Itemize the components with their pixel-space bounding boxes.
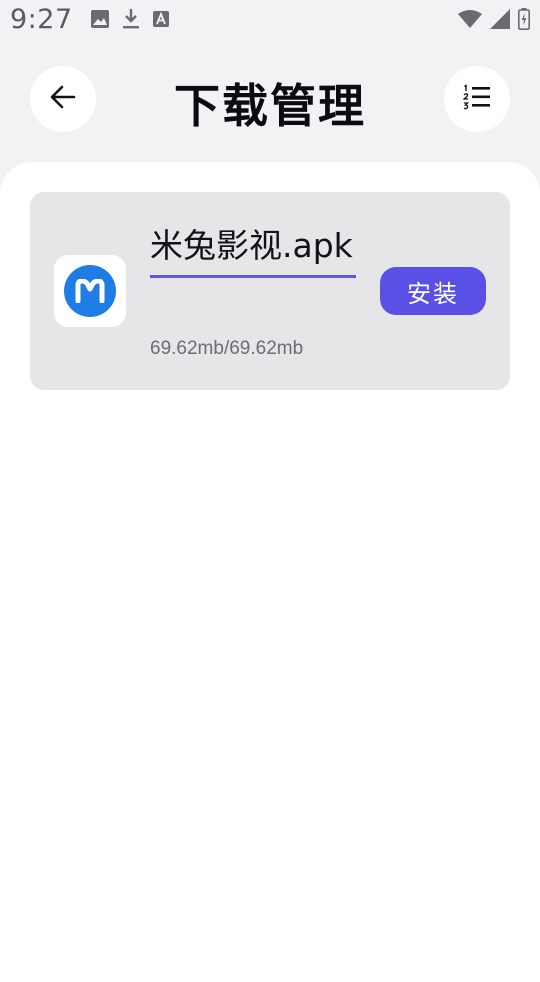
status-bar: 9:27 [0,0,540,38]
status-system-icons [458,8,530,30]
status-time: 9:27 [10,3,73,35]
download-icon [122,9,139,29]
page-header: 下载管理 [0,66,540,133]
app-logo-m-icon [64,265,116,317]
wifi-icon [458,10,482,28]
download-list-panel: 米兔影视.apk 69.62mb/69.62mb 安装 [0,162,540,982]
download-item-card[interactable]: 米兔影视.apk 69.62mb/69.62mb 安装 [30,192,510,390]
download-file-name: 米兔影视.apk [150,218,356,278]
battery-icon [518,8,530,30]
signal-icon [490,9,510,29]
numbered-list-icon [462,84,491,114]
image-icon [90,10,109,28]
status-notification-icons [90,9,169,29]
install-button[interactable]: 安装 [380,267,486,315]
text-a-icon [152,11,169,27]
list-menu-button[interactable] [444,66,510,132]
download-file-size: 69.62mb/69.62mb [150,338,304,359]
app-icon [54,255,126,327]
